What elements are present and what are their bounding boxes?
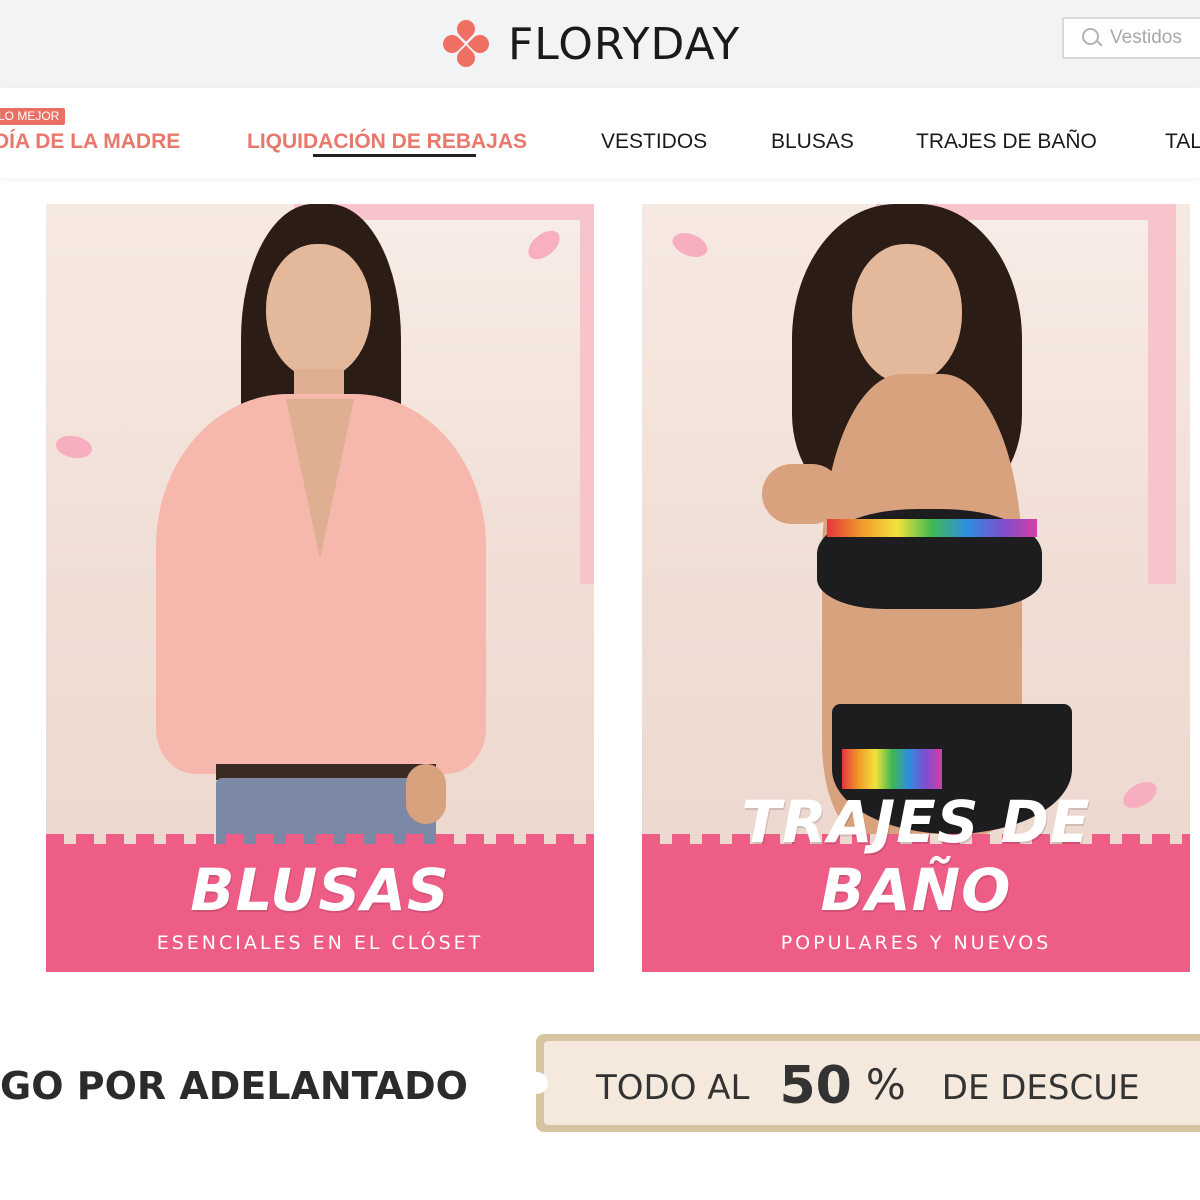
promo-number: 50: [779, 1056, 852, 1116]
nav-item-vestidos[interactable]: VESTIDOS: [601, 130, 707, 154]
nav-item-tallas[interactable]: TAL: [1165, 130, 1200, 154]
promo-prefix: TODO AL: [596, 1068, 750, 1108]
nav-item-dia-de-la-madre[interactable]: DÍA DE LA MADRE: [0, 130, 180, 154]
nav-active-underline: [313, 154, 476, 157]
model-image-swimsuit: [702, 204, 1142, 854]
banner-title: BLUSAS: [190, 856, 450, 924]
brand-name: FLORYDAY: [508, 18, 741, 70]
promo-percent: %: [865, 1060, 906, 1109]
promo-ticket[interactable]: TODO AL 50% DE DESCUE: [526, 1034, 1200, 1132]
nav-item-blusas[interactable]: BLUSAS: [771, 130, 854, 154]
banner-subtitle: POPULARES Y NUEVOS: [780, 932, 1052, 954]
banner-subtitle: ESENCIALES EN EL CLÓSET: [156, 932, 484, 954]
nav-item-trajes-de-bano[interactable]: TRAJES DE BAÑO: [916, 130, 1097, 154]
search-icon[interactable]: [1080, 26, 1104, 50]
banner-title: TRAJES DE BAÑO: [741, 788, 1091, 924]
search-input[interactable]: [1110, 27, 1200, 49]
site-header: FLORYDAY: [0, 0, 1200, 88]
nav-item-liquidacion[interactable]: LIQUIDACIÓN DE REBAJAS: [247, 130, 527, 154]
banner-trajes-de-bano[interactable]: TRAJES DE BAÑO POPULARES Y NUEVOS: [642, 204, 1190, 972]
flower-logo-icon: [439, 16, 493, 71]
banner-blusas[interactable]: BLUSAS ESENCIALES EN EL CLÓSET: [46, 204, 594, 972]
model-image-blouse: [116, 204, 536, 868]
nav-badge: LO MEJOR: [0, 108, 66, 125]
promo-suffix: DE DESCUE: [941, 1068, 1140, 1108]
search-box[interactable]: [1062, 17, 1200, 59]
promo-ticket-text: TODO AL 50% DE DESCUE: [596, 1056, 1140, 1116]
promo-text-left: GO POR ADELANTADO: [0, 1064, 468, 1108]
floryday-logo[interactable]: FLORYDAY: [439, 14, 741, 74]
